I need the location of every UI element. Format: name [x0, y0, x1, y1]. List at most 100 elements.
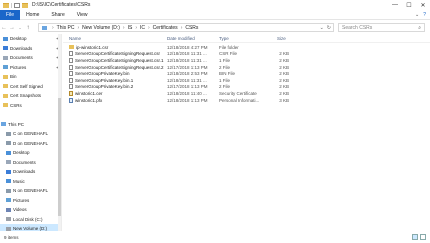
- nav-scrollbar[interactable]: [58, 34, 61, 231]
- file-name-cell: ServerGroupCertificateSigningRequest.csr…: [69, 64, 167, 71]
- maximize-button[interactable]: ☐: [402, 0, 416, 10]
- sidebar-item[interactable]: Downloads: [0, 167, 61, 177]
- sidebar-item[interactable]: This PC: [0, 120, 61, 130]
- file-icon: [69, 71, 73, 77]
- breadcrumb-this-pc[interactable]: This PC: [57, 25, 75, 31]
- breadcrumb-separator: ›: [77, 24, 80, 31]
- sidebar-item[interactable]: Bin: [0, 72, 61, 82]
- details-view-icon[interactable]: [412, 234, 418, 240]
- file-row[interactable]: winstoric1.pfx 12/18/2018 1:13 PM Personal…: [63, 97, 430, 104]
- sidebar-item[interactable]: C on GENEHAFL: [0, 129, 61, 139]
- breadcrumb-csrs[interactable]: CSRs: [185, 25, 198, 31]
- file-row[interactable]: ServerGroupPrivateKey.bin 12/18/2018 2:53…: [63, 70, 430, 77]
- search-input[interactable]: Search CSRs ⌕: [338, 23, 425, 32]
- downloads-icon: [3, 46, 8, 51]
- breadcrumb-separator: ›: [122, 24, 125, 31]
- file-type: CSR File: [219, 51, 238, 57]
- sidebar-item[interactable]: CSRs: [0, 101, 61, 111]
- search-icon[interactable]: ⌕: [418, 25, 421, 31]
- network-drive-icon: [6, 131, 11, 136]
- column-header-name[interactable]: Name: [69, 34, 81, 42]
- videos-icon: [6, 207, 11, 212]
- tab-file[interactable]: File: [0, 9, 21, 20]
- tab-share[interactable]: Share: [45, 10, 70, 20]
- sidebar-item[interactable]: Local Disk (C:): [0, 215, 61, 225]
- sidebar-item[interactable]: Documents: [0, 158, 61, 168]
- window-controls: — ☐ ✕: [388, 0, 430, 10]
- toolbar-divider: [11, 2, 12, 8]
- column-header-type[interactable]: Type: [219, 34, 229, 42]
- file-name: ServerGroupCertificateSigningRequest.csr: [75, 51, 161, 57]
- pictures-icon: [6, 198, 11, 203]
- drive-icon: [6, 226, 11, 231]
- tab-home[interactable]: Home: [20, 10, 45, 20]
- large-icons-view-icon[interactable]: [420, 234, 426, 240]
- file-type: 1 File: [219, 77, 231, 83]
- file-icon: [69, 51, 73, 57]
- drive-icon: [6, 217, 11, 222]
- file-name: ServerGroupPrivateKey.bin: [75, 71, 130, 77]
- refresh-icon[interactable]: ↻: [327, 25, 331, 31]
- sidebar-item[interactable]: New Volume (D:): [0, 224, 61, 231]
- close-button[interactable]: ✕: [416, 0, 430, 10]
- file-icon: [69, 64, 73, 70]
- sidebar-item[interactable]: Pictures: [0, 196, 61, 206]
- sidebar-item[interactable]: Pictures✦: [0, 63, 61, 73]
- sidebar-item-label: New Volume (D:): [13, 226, 48, 231]
- sidebar-item[interactable]: Documents✦: [0, 53, 61, 63]
- tab-view[interactable]: View: [71, 10, 94, 20]
- sidebar-item-label: Desktop: [10, 36, 27, 42]
- nav-scrollbar-thumb[interactable]: [58, 98, 61, 216]
- forward-icon[interactable]: →: [8, 25, 16, 31]
- address-bar[interactable]: › This PC › New Volume (D:) › IS › IC › …: [38, 23, 334, 32]
- recent-locations-icon[interactable]: ⌄: [16, 25, 24, 30]
- sidebar-item[interactable]: Cert Snapshots: [0, 91, 61, 101]
- file-row[interactable]: winstoric1.cer 12/18/2018 11:40 ... Securi…: [63, 90, 430, 97]
- column-header-size[interactable]: Size: [277, 34, 286, 42]
- help-icon[interactable]: ?: [423, 12, 426, 18]
- sidebar-item-label: Bin: [10, 74, 17, 80]
- navigation-pane: Desktop✦Downloads✦Documents✦Pictures✦Bin…: [0, 34, 62, 231]
- file-name: winstoric1.cer: [75, 90, 103, 96]
- file-row[interactable]: ServerGroupCertificateSigningRequest.csr…: [63, 51, 430, 58]
- column-header-date[interactable]: Date modified: [167, 34, 195, 42]
- sidebar-item-label: Documents: [10, 55, 33, 61]
- file-row[interactable]: ServerGroupPrivateKey.bin.2 12/17/2018 1:…: [63, 84, 430, 91]
- desktop-icon: [3, 36, 8, 41]
- file-type: Personal Informati...: [219, 97, 260, 103]
- this-pc-icon: [42, 25, 47, 30]
- expand-ribbon-icon[interactable]: ⌄: [415, 12, 419, 18]
- sidebar-item[interactable]: Cert Self Signed: [0, 82, 61, 92]
- file-row[interactable]: ip-winstoric1.csr 12/18/2018 4:27 PM File …: [63, 44, 430, 51]
- sidebar-item[interactable]: Downloads✦: [0, 44, 61, 54]
- documents-icon: [3, 55, 8, 60]
- breadcrumb-is[interactable]: IS: [128, 25, 133, 31]
- new-folder-icon[interactable]: [22, 2, 28, 8]
- desktop-icon: [6, 150, 11, 155]
- breadcrumb-certificates[interactable]: Certificates: [153, 25, 178, 31]
- sidebar-item[interactable]: N on GENEHAFL: [0, 186, 61, 196]
- sidebar-item[interactable]: D on GENEHAFL: [0, 139, 61, 149]
- file-type: 2 File: [219, 84, 231, 90]
- sidebar-item-label: Documents: [13, 159, 36, 165]
- file-row[interactable]: ServerGroupCertificateSigningRequest.csr…: [63, 64, 430, 71]
- breadcrumb-ic[interactable]: IC: [140, 25, 145, 31]
- sidebar-item[interactable]: Music: [0, 177, 61, 187]
- up-icon[interactable]: ↑: [24, 25, 32, 31]
- breadcrumb-new-volume[interactable]: New Volume (D:): [82, 25, 120, 31]
- file-name: ServerGroupCertificateSigningRequest.csr…: [75, 57, 164, 63]
- sidebar-item-label: Music: [13, 178, 25, 184]
- file-icon: [69, 77, 73, 83]
- sidebar-item[interactable]: Desktop: [0, 148, 61, 158]
- status-bar: 9 items: [0, 232, 430, 243]
- minimize-button[interactable]: —: [388, 0, 402, 10]
- sidebar-item[interactable]: Videos: [0, 205, 61, 215]
- file-row[interactable]: ServerGroupCertificateSigningRequest.csr…: [63, 57, 430, 64]
- back-icon[interactable]: ←: [0, 25, 8, 31]
- sidebar-item-label: Local Disk (C:): [13, 216, 43, 222]
- address-dropdown-icon[interactable]: ⌄: [320, 25, 324, 31]
- properties-icon[interactable]: [14, 2, 20, 8]
- sidebar-item[interactable]: Desktop✦: [0, 34, 61, 44]
- file-date: 12/18/2018 11:31 ...: [167, 57, 207, 63]
- file-row[interactable]: ServerGroupPrivateKey.bin.1 12/18/2018 11…: [63, 77, 430, 84]
